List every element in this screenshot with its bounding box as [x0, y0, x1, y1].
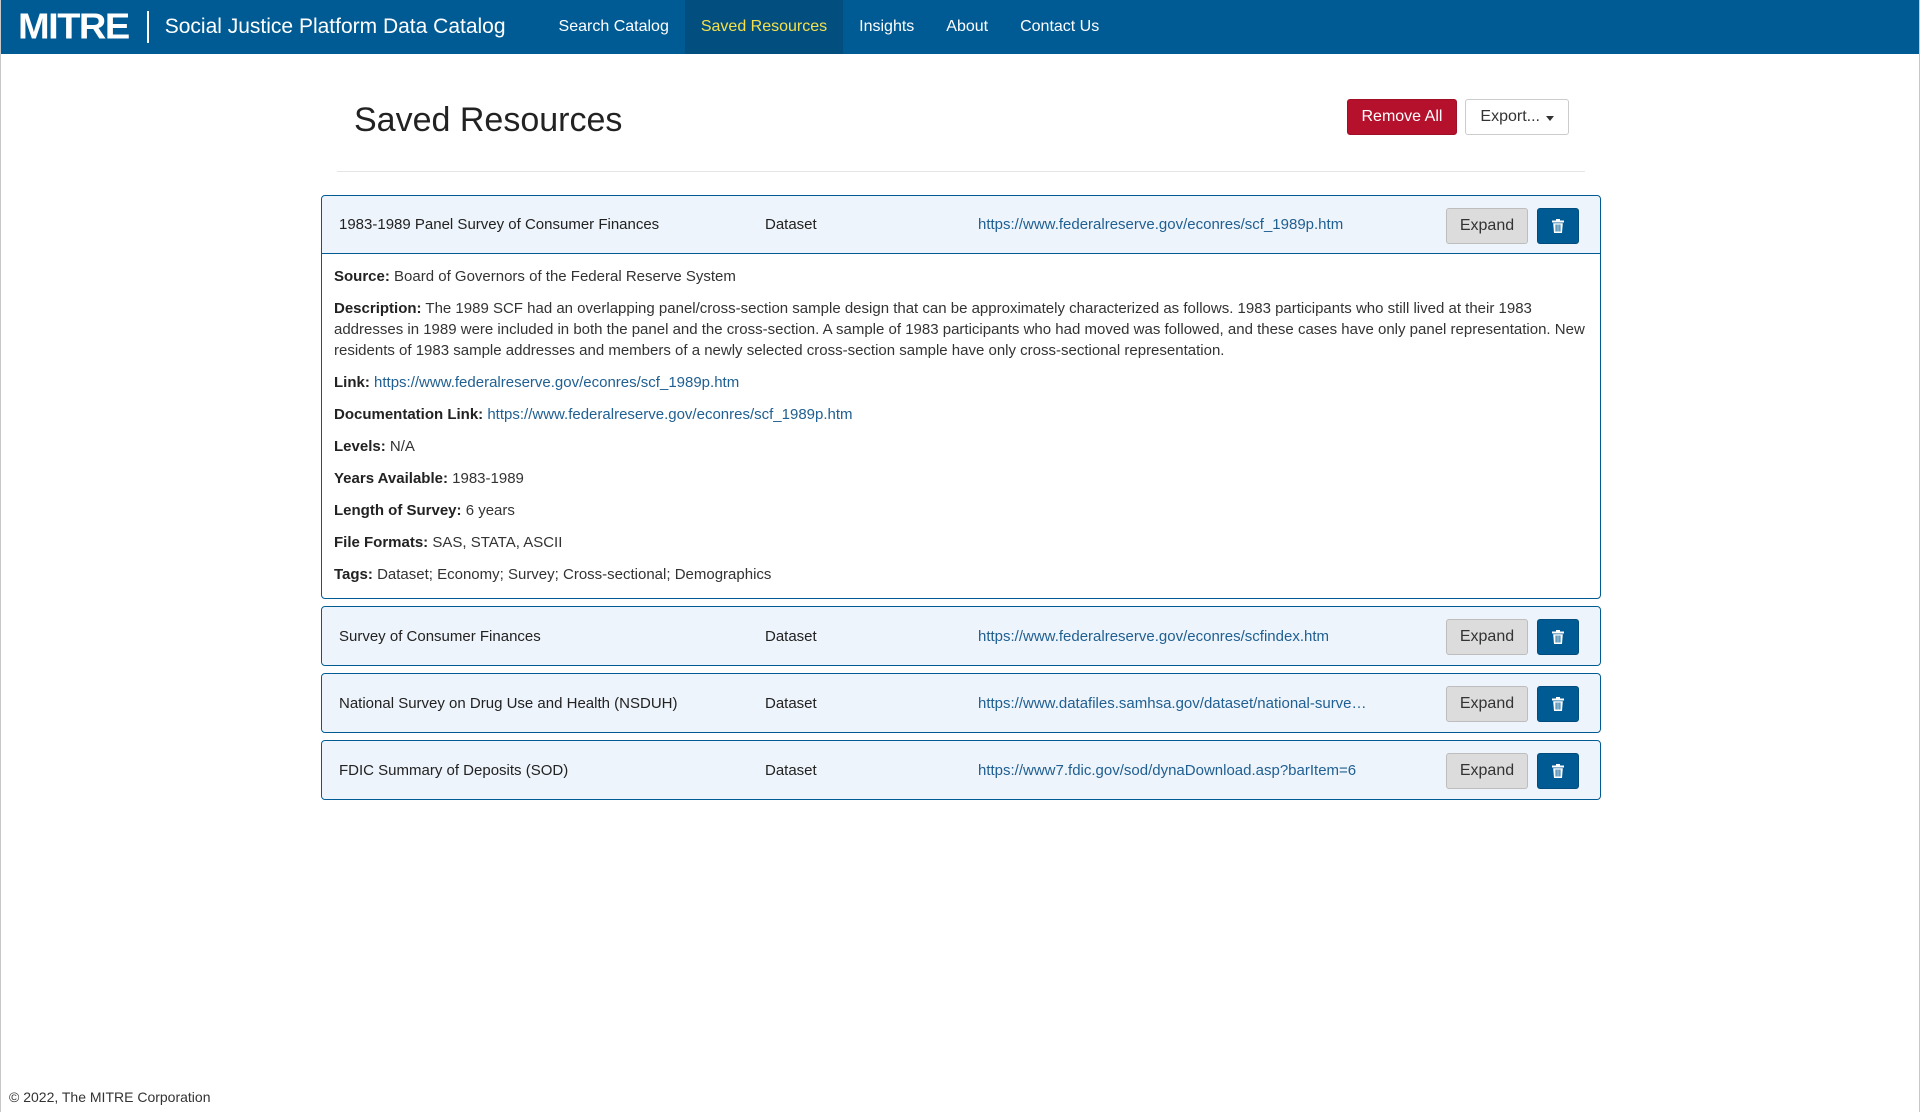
detail-value: The 1989 SCF had an overlapping panel/cr…	[334, 300, 1585, 359]
nav-links: Search Catalog Saved Resources Insights …	[543, 0, 1116, 54]
brand-divider	[146, 11, 149, 43]
detail-doc-link-value[interactable]: https://www.federalreserve.gov/econres/s…	[487, 406, 852, 423]
detail-value: N/A	[389, 438, 415, 455]
expand-button[interactable]: Expand	[1446, 619, 1528, 655]
resource-type: Dataset	[765, 216, 817, 233]
delete-button[interactable]	[1537, 686, 1579, 722]
brand[interactable]: MITRE Social Justice Platform Data Catal…	[1, 0, 526, 54]
top-navbar: MITRE Social Justice Platform Data Catal…	[1, 0, 1919, 54]
nav-search-catalog[interactable]: Search Catalog	[543, 0, 685, 54]
resource-link[interactable]: https://www.datafiles.samhsa.gov/dataset…	[978, 695, 1368, 712]
detail-value: 6 years	[465, 502, 515, 519]
page-header: Saved Resources Remove All Export...	[337, 54, 1585, 172]
resource-link[interactable]: https://www7.fdic.gov/sod/dynaDownload.a…	[978, 762, 1368, 779]
detail-label: Length of Survey:	[334, 502, 462, 519]
resource-title: 1983-1989 Panel Survey of Consumer Finan…	[339, 216, 660, 233]
detail-label: Description:	[334, 300, 422, 317]
detail-value: Board of Governors of the Federal Reserv…	[394, 268, 736, 285]
resource-title: FDIC Summary of Deposits (SOD)	[339, 761, 569, 779]
mitre-logo[interactable]: MITRE	[18, 9, 130, 45]
resource-card: Survey of Consumer Finances Dataset http…	[321, 606, 1601, 666]
page-title: Saved Resources	[354, 101, 623, 139]
detail-label: Link:	[334, 374, 370, 391]
detail-link: Link: https://www.federalreserve.gov/eco…	[334, 372, 1588, 393]
expand-button[interactable]: Expand	[1446, 686, 1528, 722]
resource-link[interactable]: https://www.federalreserve.gov/econres/s…	[978, 628, 1368, 645]
header-actions: Remove All Export...	[1346, 99, 1569, 135]
saved-resources-list: 1983-1989 Panel Survey of Consumer Finan…	[321, 195, 1601, 807]
delete-button[interactable]	[1537, 753, 1579, 789]
detail-label: Tags:	[334, 566, 373, 583]
export-label: Export...	[1480, 108, 1540, 125]
trash-icon	[1552, 219, 1564, 233]
resource-card: National Survey on Drug Use and Health (…	[321, 673, 1601, 733]
app-title[interactable]: Social Justice Platform Data Catalog	[165, 15, 506, 39]
detail-levels: Levels: N/A	[334, 436, 1588, 457]
detail-label: File Formats:	[334, 534, 429, 551]
resource-card-header: Survey of Consumer Finances Dataset http…	[322, 607, 1600, 665]
detail-label: Years Available:	[334, 470, 448, 487]
detail-length: Length of Survey: 6 years	[334, 500, 1588, 521]
resource-details: Source: Board of Governors of the Federa…	[322, 254, 1600, 598]
detail-formats: File Formats: SAS, STATA, ASCII	[334, 532, 1588, 553]
resource-card: FDIC Summary of Deposits (SOD) Dataset h…	[321, 740, 1601, 800]
caret-down-icon	[1546, 115, 1554, 121]
detail-tags: Tags: Dataset; Economy; Survey; Cross-se…	[334, 564, 1588, 585]
detail-label: Documentation Link:	[334, 406, 484, 423]
remove-all-button[interactable]: Remove All	[1346, 99, 1458, 135]
detail-years: Years Available: 1983-1989	[334, 468, 1588, 489]
nav-about[interactable]: About	[930, 0, 1004, 54]
detail-source: Source: Board of Governors of the Federa…	[334, 266, 1588, 287]
resource-card: 1983-1989 Panel Survey of Consumer Finan…	[321, 195, 1601, 599]
resource-link[interactable]: https://www.federalreserve.gov/econres/s…	[978, 216, 1368, 233]
resource-title: National Survey on Drug Use and Health (…	[339, 694, 678, 712]
trash-icon	[1552, 630, 1564, 644]
nav-saved-resources[interactable]: Saved Resources	[684, 0, 844, 54]
detail-documentation-link: Documentation Link: https://www.federalr…	[334, 404, 1588, 425]
trash-icon	[1552, 764, 1564, 778]
footer-copyright: © 2022, The MITRE Corporation	[9, 1089, 211, 1105]
resource-title: Survey of Consumer Finances	[339, 627, 541, 645]
export-dropdown-button[interactable]: Export...	[1465, 99, 1569, 135]
main-content: Saved Resources Remove All Export... 198…	[321, 54, 1601, 800]
trash-icon	[1552, 697, 1564, 711]
expand-button[interactable]: Expand	[1446, 753, 1528, 789]
resource-type: Dataset	[765, 694, 817, 712]
detail-value: Dataset; Economy; Survey; Cross-sectiona…	[377, 566, 772, 583]
detail-label: Source:	[334, 268, 390, 285]
detail-value: SAS, STATA, ASCII	[432, 534, 563, 551]
detail-value: 1983-1989	[452, 470, 524, 487]
detail-description: Description: The 1989 SCF had an overlap…	[334, 298, 1588, 361]
delete-button[interactable]	[1537, 619, 1579, 655]
nav-insights[interactable]: Insights	[843, 0, 930, 54]
resource-type: Dataset	[765, 627, 817, 645]
resource-card-header: National Survey on Drug Use and Health (…	[322, 674, 1600, 732]
nav-contact-us[interactable]: Contact Us	[1004, 0, 1115, 54]
resource-card-header: 1983-1989 Panel Survey of Consumer Finan…	[322, 196, 1600, 254]
resource-type: Dataset	[765, 761, 817, 779]
delete-button[interactable]	[1537, 208, 1579, 244]
expand-button[interactable]: Expand	[1446, 208, 1528, 244]
detail-label: Levels:	[334, 438, 386, 455]
resource-card-header: FDIC Summary of Deposits (SOD) Dataset h…	[322, 741, 1600, 799]
detail-link-value[interactable]: https://www.federalreserve.gov/econres/s…	[374, 374, 739, 391]
